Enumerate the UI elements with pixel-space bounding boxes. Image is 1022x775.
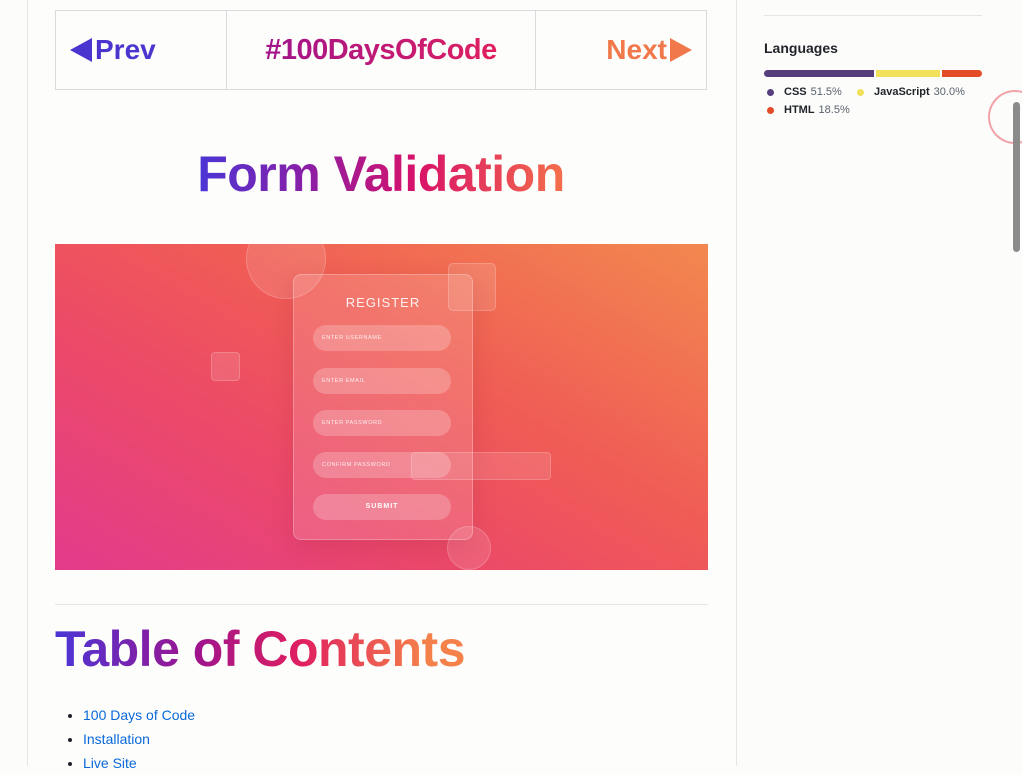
languages-heading: Languages <box>764 40 838 56</box>
next-label: Next <box>606 34 667 65</box>
toc-link-live-site[interactable]: Live Site <box>83 755 137 771</box>
email-pill: ENTER EMAIL <box>313 368 451 394</box>
lang-percent: 51.5% <box>810 86 842 98</box>
lang-bar-javascript <box>876 70 941 77</box>
html-dot-icon <box>767 106 774 114</box>
nav-table: Prev #100DaysOfCode Next <box>55 10 707 90</box>
toc-list: 100 Days of Code Installation Live Site <box>66 703 195 775</box>
hashtag-label: #100DaysOfCode <box>265 33 497 66</box>
project-screenshot: REGISTER ENTER USERNAME ENTER EMAIL ENTE… <box>55 244 708 570</box>
hashtag-cell: #100DaysOfCode <box>226 11 535 89</box>
page-title: Form Validation <box>55 145 707 203</box>
toc-item: 100 Days of Code <box>83 703 195 727</box>
lang-percent: 18.5% <box>818 104 850 116</box>
submit-pill: SUBMIT <box>313 494 451 520</box>
prev-label: Prev <box>95 34 156 65</box>
password-pill: ENTER PASSWORD <box>313 410 451 436</box>
section-divider <box>55 604 708 605</box>
register-title: REGISTER <box>345 295 421 310</box>
arrow-left-icon <box>70 38 92 62</box>
register-card: REGISTER ENTER USERNAME ENTER EMAIL ENTE… <box>293 274 473 540</box>
lang-percent: 30.0% <box>933 86 965 98</box>
page-title-text: Form Validation <box>197 146 565 202</box>
repo-sidebar: Languages CSS 51.5% JavaScript 30.0% HTM… <box>737 0 1022 766</box>
lang-item-javascript[interactable]: JavaScript 30.0% <box>857 86 965 98</box>
lang-name: HTML <box>784 104 815 116</box>
next-link[interactable]: Next <box>535 11 706 89</box>
arrow-right-icon <box>670 38 692 62</box>
lang-item-css[interactable]: CSS 51.5% <box>767 86 842 98</box>
toc-link-installation[interactable]: Installation <box>83 731 150 747</box>
toc-heading: Table of Contents <box>55 621 466 677</box>
lang-bar-html <box>942 70 982 77</box>
css-dot-icon <box>767 88 774 96</box>
scrollbar-thumb[interactable] <box>1013 102 1020 252</box>
username-pill: ENTER USERNAME <box>313 325 451 351</box>
javascript-dot-icon <box>857 88 864 96</box>
decor-square-left <box>211 352 240 381</box>
lang-name: JavaScript <box>874 86 930 98</box>
lang-bar-css <box>764 70 875 77</box>
prev-link[interactable]: Prev <box>56 11 226 89</box>
sidebar-divider-top <box>764 15 982 16</box>
toc-item: Installation <box>83 727 195 751</box>
decor-bar-right <box>411 452 551 480</box>
decor-circle-bottom <box>447 526 491 570</box>
languages-bar <box>764 70 982 77</box>
toc-item: Live Site <box>83 751 195 775</box>
toc-link-100-days[interactable]: 100 Days of Code <box>83 707 195 723</box>
lang-name: CSS <box>784 86 807 98</box>
lang-item-html[interactable]: HTML 18.5% <box>767 104 850 116</box>
